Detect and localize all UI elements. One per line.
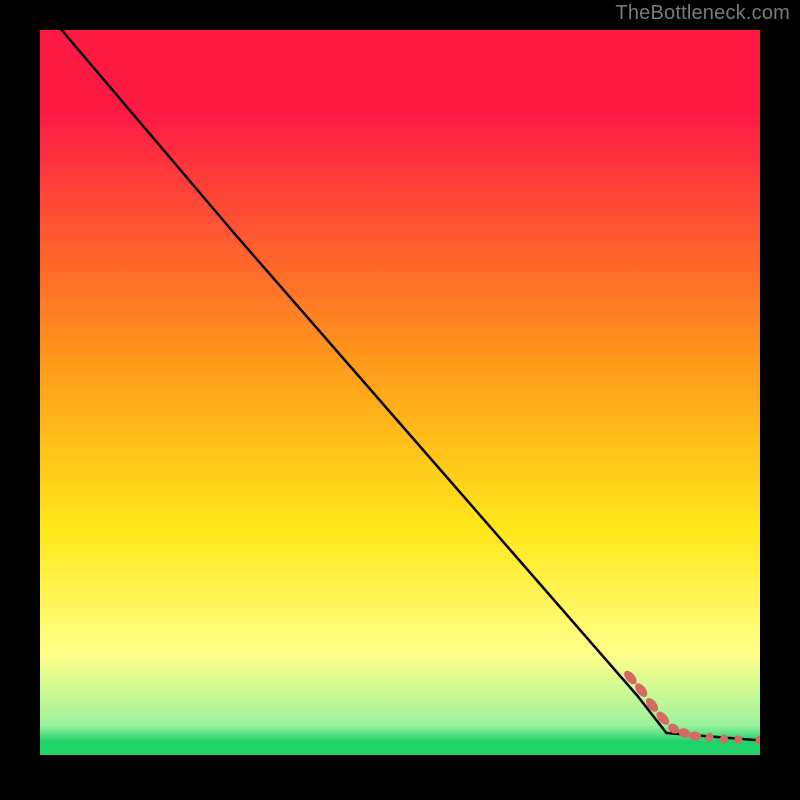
dot [654,709,671,727]
curve-line [62,30,760,740]
plot-frame [40,30,760,770]
dot [677,727,691,739]
dot [734,735,742,744]
chart-stage: TheBottleneck.com [0,0,800,800]
dots-tail-group [622,668,760,745]
dot [720,734,729,744]
dot [705,733,714,743]
dot [756,736,761,745]
dot [689,731,702,742]
chart-overlay-svg [40,30,760,770]
watermark-text: TheBottleneck.com [615,2,790,25]
